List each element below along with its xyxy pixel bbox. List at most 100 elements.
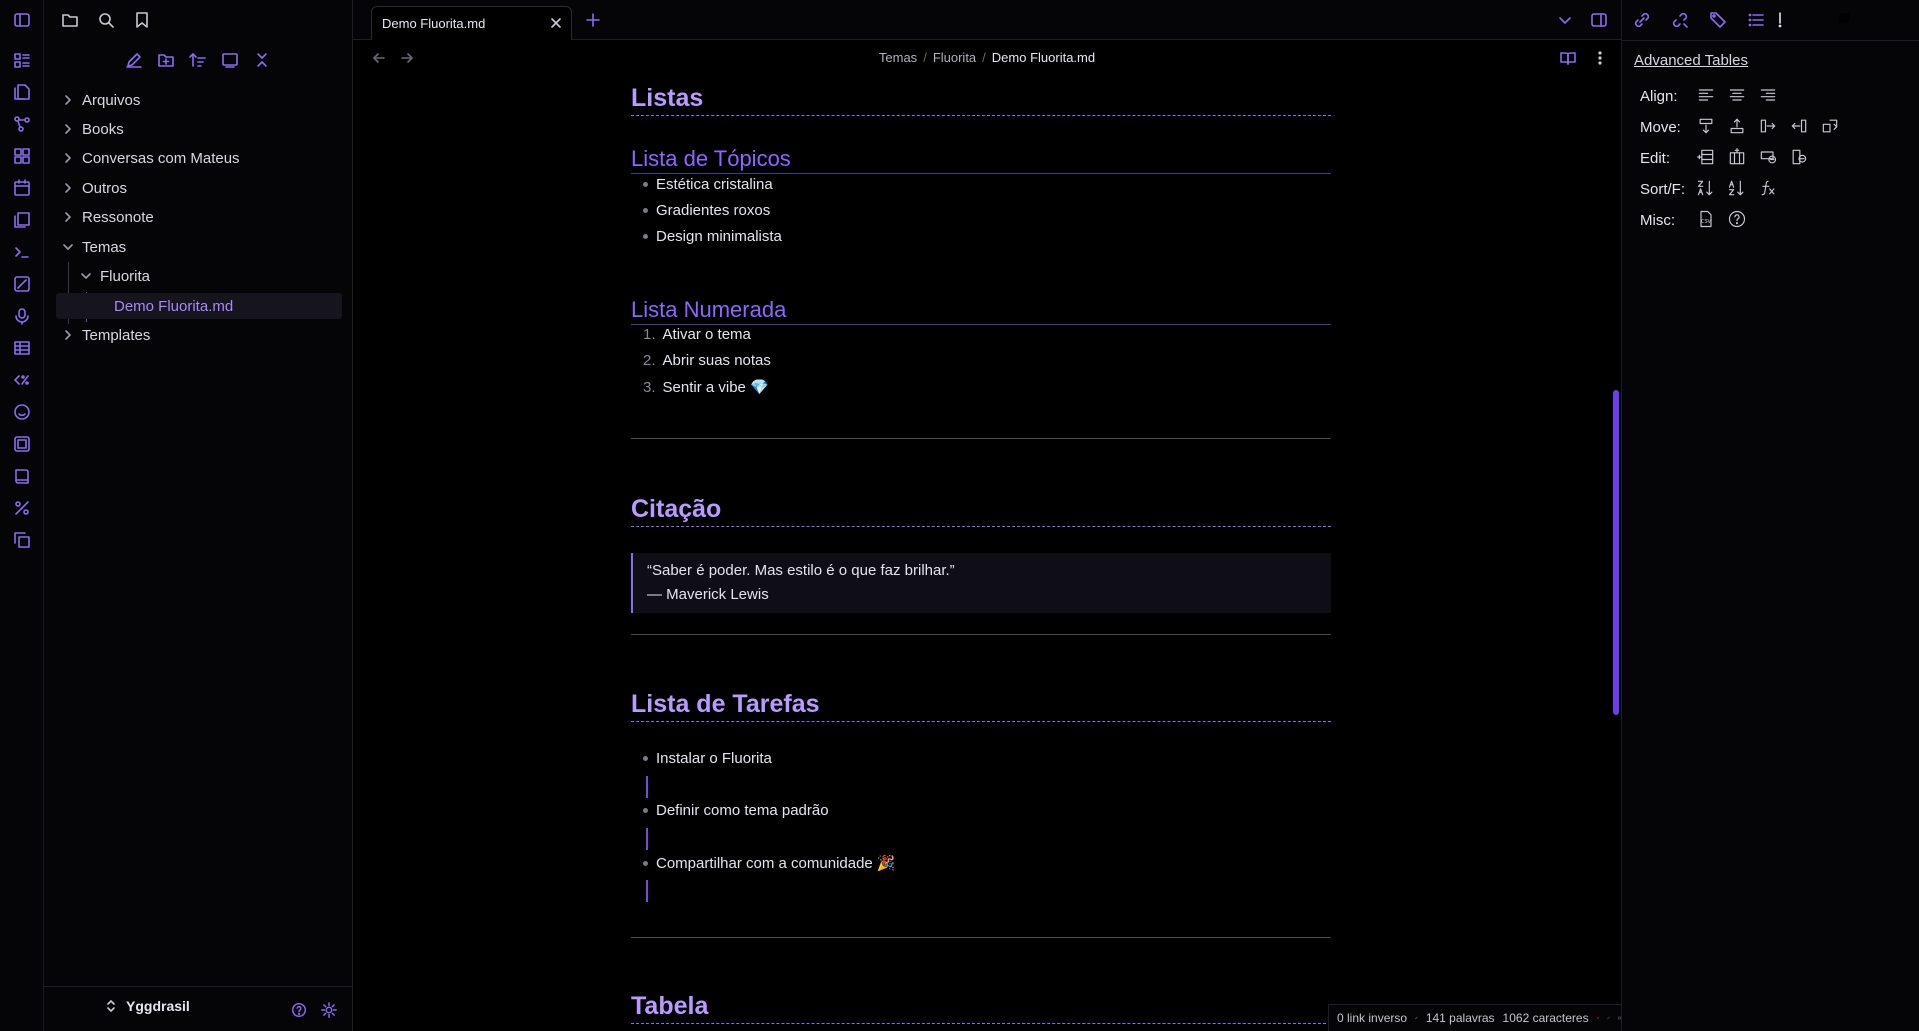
- book-icon[interactable]: [12, 466, 32, 486]
- help-icon[interactable]: [290, 1001, 308, 1019]
- list-item: Gradientes roxos: [643, 202, 770, 219]
- auto-reveal-icon[interactable]: [220, 50, 240, 70]
- duplicate-icon[interactable]: [12, 530, 32, 550]
- tools-icon[interactable]: [12, 498, 32, 518]
- sidebar-toggle-icon[interactable]: [12, 10, 32, 30]
- close-tab-icon[interactable]: [549, 16, 563, 30]
- tree-item-label: Templates: [82, 326, 151, 344]
- help-circle-icon[interactable]: [1727, 209, 1747, 229]
- dashboard-icon[interactable]: [12, 50, 32, 70]
- delete-column-icon[interactable]: [1789, 147, 1809, 167]
- terminal-icon[interactable]: [12, 242, 32, 262]
- graph-view-icon[interactable]: [12, 114, 32, 134]
- insert-row-icon[interactable]: [1696, 147, 1716, 167]
- sort-ascending-icon[interactable]: [1696, 178, 1716, 198]
- outline-icon[interactable]: [1746, 10, 1766, 30]
- new-note-icon[interactable]: [124, 50, 144, 70]
- task-connector: [646, 880, 648, 902]
- tree-item-books[interactable]: Books: [62, 116, 124, 142]
- sort-icon[interactable]: [188, 50, 208, 70]
- delete-row-icon[interactable]: [1758, 147, 1778, 167]
- layout-toggle-icon[interactable]: [1618, 1010, 1621, 1026]
- task-item-text: Compartilhar com a comunidade 🎉: [656, 855, 896, 872]
- tags-icon[interactable]: [1708, 10, 1728, 30]
- tree-item-temas[interactable]: Temas: [62, 234, 126, 260]
- tree-item-label: Conversas com Mateus: [82, 149, 240, 167]
- folder-icon[interactable]: [60, 10, 80, 30]
- right-sidebar-toggle-icon[interactable]: [1589, 10, 1609, 30]
- table-icon[interactable]: [12, 338, 32, 358]
- bookmark-icon[interactable]: [132, 10, 152, 30]
- tree-item-fluorita[interactable]: Fluorita: [80, 263, 150, 289]
- breadcrumb-item[interactable]: Fluorita: [933, 50, 976, 65]
- chevron-down-icon: [62, 241, 74, 253]
- smiley-icon[interactable]: [12, 402, 32, 422]
- align-right-icon[interactable]: [1758, 85, 1778, 105]
- editor-scrollbar[interactable]: [1613, 390, 1619, 715]
- tree-item-templates[interactable]: Templates: [62, 322, 150, 348]
- csv-export-icon[interactable]: CSV: [1696, 209, 1716, 229]
- edit-pencil-icon[interactable]: [1415, 1010, 1418, 1026]
- tree-item-conversas[interactable]: Conversas com Mateus: [62, 145, 240, 171]
- formula-icon[interactable]: [1758, 178, 1778, 198]
- settings-gear-icon[interactable]: [320, 1001, 338, 1019]
- layers-icon[interactable]: [12, 434, 32, 454]
- align-center-icon[interactable]: [1727, 85, 1747, 105]
- editor-pane: Temas / Fluorita / Demo Fluorita.md Listas L…: [353, 40, 1621, 1031]
- microphone-icon[interactable]: [12, 306, 32, 326]
- more-options-icon[interactable]: [1591, 49, 1609, 67]
- breadcrumb-current[interactable]: Demo Fluorita.md: [992, 50, 1095, 65]
- tree-item-label: Books: [82, 120, 124, 138]
- breadcrumb-item[interactable]: Temas: [879, 50, 917, 65]
- task-item-text: Instalar o Fluorita: [656, 750, 772, 767]
- canvas-icon[interactable]: [12, 146, 32, 166]
- chevron-right-icon: [62, 329, 74, 341]
- move-row-down-icon[interactable]: [1696, 116, 1716, 136]
- sort-descending-icon[interactable]: [1727, 178, 1747, 198]
- transpose-icon[interactable]: [1820, 116, 1840, 136]
- tab-list-chevron-icon[interactable]: [1557, 12, 1573, 28]
- unlinked-mentions-icon[interactable]: [1670, 10, 1690, 30]
- sort-formula-label: Sort/F:: [1640, 181, 1686, 198]
- insert-column-icon[interactable]: [1727, 147, 1747, 167]
- list-item-text: Gradientes roxos: [656, 202, 771, 219]
- restore-icon[interactable]: [1836, 10, 1852, 26]
- tree-item-demo-fluorita[interactable]: Demo Fluorita.md: [56, 293, 342, 319]
- task-item-text: Definir como tema padrão: [656, 802, 829, 819]
- new-tab-icon[interactable]: [585, 12, 601, 28]
- minimize-icon[interactable]: [1800, 10, 1816, 26]
- breadcrumb: Temas / Fluorita / Demo Fluorita.md: [878, 50, 1096, 65]
- new-folder-icon[interactable]: [156, 50, 176, 70]
- task-item[interactable]: Compartilhar com a comunidade 🎉: [643, 854, 896, 872]
- collapse-all-icon[interactable]: [252, 50, 272, 70]
- linked-mentions-icon[interactable]: [1632, 10, 1652, 30]
- move-column-right-icon[interactable]: [1758, 116, 1778, 136]
- bullet: [643, 860, 648, 866]
- sync-off-icon[interactable]: [1596, 1010, 1600, 1026]
- image-edit-icon[interactable]: [12, 274, 32, 294]
- copy-files-icon[interactable]: [12, 210, 32, 230]
- move-row-up-icon[interactable]: [1727, 116, 1747, 136]
- task-connector: [646, 828, 648, 850]
- move-column-left-icon[interactable]: [1789, 116, 1809, 136]
- templater-icon[interactable]: [12, 370, 32, 390]
- list-item-text: Sentir a vibe 💎: [662, 379, 769, 396]
- switcher-icon[interactable]: [12, 82, 32, 102]
- search-icon[interactable]: [96, 10, 116, 30]
- tree-item-ressonote[interactable]: Ressonote: [62, 204, 154, 230]
- align-left-icon[interactable]: [1696, 85, 1716, 105]
- backlink-count[interactable]: 0 link inverso: [1337, 1011, 1407, 1025]
- alert-icon[interactable]: [1770, 10, 1790, 30]
- svg-text:CSV: CSV: [1701, 219, 1712, 225]
- tree-item-outros[interactable]: Outros: [62, 175, 127, 201]
- reading-view-icon[interactable]: [1559, 49, 1577, 67]
- close-window-icon[interactable]: [1872, 10, 1888, 26]
- tree-item-arquivos[interactable]: Arquivos: [62, 87, 140, 113]
- calendar-icon[interactable]: [12, 178, 32, 198]
- heading-lista-tarefas: Lista de Tarefas: [631, 690, 1331, 722]
- tab-demo-fluorita[interactable]: Demo Fluorita.md: [371, 6, 572, 40]
- vault-switcher[interactable]: Yggdrasil: [104, 998, 190, 1014]
- spellcheck-icon[interactable]: [1607, 1010, 1610, 1026]
- task-item[interactable]: Instalar o Fluorita: [643, 750, 772, 767]
- task-item[interactable]: Definir como tema padrão: [643, 802, 829, 819]
